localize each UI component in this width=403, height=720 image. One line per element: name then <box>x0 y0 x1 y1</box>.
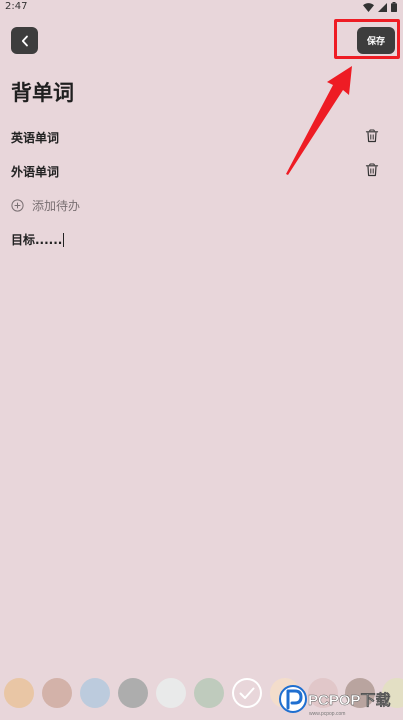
todo-item[interactable]: 外语单词 <box>11 160 395 182</box>
add-todo-label: 添加待办 <box>32 198 81 213</box>
signal-icon <box>378 2 387 12</box>
back-button[interactable] <box>11 27 38 54</box>
plus-circle-icon <box>11 198 24 212</box>
color-swatch[interactable] <box>80 678 110 708</box>
color-swatch[interactable] <box>4 678 34 708</box>
wifi-icon <box>363 2 374 12</box>
add-todo-button[interactable]: 添加待办 <box>11 195 80 215</box>
goal-input[interactable]: 目标...... <box>11 231 65 248</box>
status-icons <box>363 2 397 12</box>
battery-icon <box>391 2 397 12</box>
todo-item[interactable]: 英语单词 <box>11 126 395 148</box>
goal-text[interactable]: 目标...... <box>11 231 62 248</box>
todo-item-text[interactable]: 英语单词 <box>11 129 59 146</box>
chevron-left-icon <box>21 35 28 46</box>
trash-icon[interactable] <box>365 163 379 177</box>
color-swatch[interactable] <box>118 678 148 708</box>
trash-icon[interactable] <box>365 129 379 143</box>
text-caret <box>63 232 65 247</box>
todo-item-text[interactable]: 外语单词 <box>11 163 59 180</box>
status-bar: 2:47 <box>0 0 403 16</box>
page-title[interactable]: 背单词 <box>11 77 74 107</box>
color-swatch[interactable] <box>42 678 72 708</box>
status-time: 2:47 <box>5 1 28 12</box>
watermark-logo: PCPOP下载 www.pcpop.com <box>279 685 391 717</box>
color-swatch-selected[interactable] <box>232 678 262 708</box>
watermark-text: PCPOP下载 <box>308 691 391 709</box>
watermark-subtext: www.pcpop.com <box>309 711 345 717</box>
checkmark-icon <box>239 687 255 699</box>
highlight-annotation-box <box>334 19 400 59</box>
arrow-annotation-icon <box>286 66 352 175</box>
color-swatch[interactable] <box>194 678 224 708</box>
color-swatch[interactable] <box>156 678 186 708</box>
